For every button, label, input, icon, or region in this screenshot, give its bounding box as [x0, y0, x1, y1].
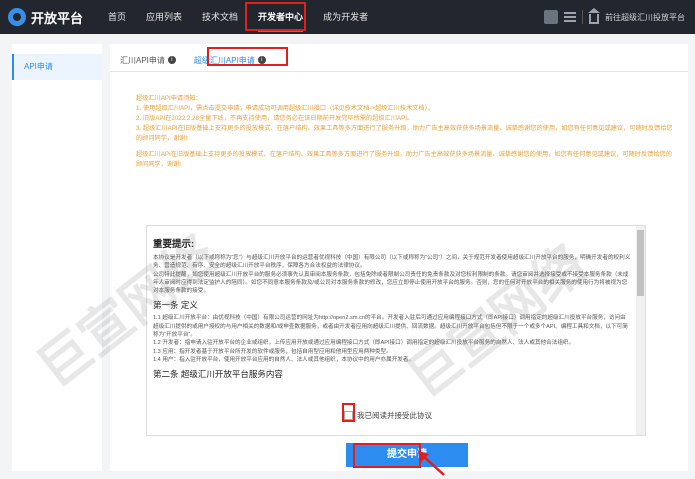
tab-divider	[110, 71, 688, 72]
back-to-platform-link[interactable]: 前往超级汇川投放平台	[605, 12, 685, 23]
agreement-section-1: 第一条 定义	[153, 300, 198, 311]
divider	[582, 10, 583, 24]
agreement-title: 重要提示:	[153, 239, 195, 250]
accept-label[interactable]: 我已阅读并接受此协议	[357, 410, 432, 421]
home-icon[interactable]	[588, 7, 600, 24]
nav-app-list[interactable]: 应用列表	[136, 0, 192, 34]
main-content: 汇川API申请 i 超级汇川API申请 i 超级汇川API申请须知： 1. 使用…	[110, 44, 688, 476]
highlight-box-nav	[245, 2, 306, 31]
tab-label: 汇川API申请	[120, 55, 165, 65]
agreement-section-2: 第二条 超级汇川开放平台服务内容	[153, 369, 283, 380]
tab-huichuan-api[interactable]: 汇川API申请 i	[120, 55, 176, 66]
agreement-box[interactable]: 重要提示: 本协议是开发者（以下或称称为“您”）与超级汇川开放平台的运营者优视科…	[146, 225, 646, 436]
highlight-box-checkbox	[342, 403, 355, 422]
sidebar-item-api-apply[interactable]: API申请	[12, 54, 102, 80]
highlight-box-submit	[353, 443, 421, 468]
logo[interactable]: 开放平台	[8, 8, 98, 27]
agreement-scrollbar[interactable]	[636, 226, 645, 435]
notice-heading: 超级汇川API申请须知：	[136, 95, 202, 102]
logo-text: 开放平台	[31, 10, 84, 26]
notice-extra: 超级汇川API在旧版基础上支持更多的投放模式、在落户结构、效果工具等多方面进行了…	[136, 151, 672, 168]
nav-home[interactable]: 首页	[98, 0, 136, 34]
nav-become-developer[interactable]: 成为开发者	[313, 0, 378, 34]
agreement-intro-2: 公司特此提醒，如您使用超级汇川开放平台的服务必须事先认真审阅本服务条款，包括免除…	[153, 271, 629, 295]
accept-agreement-row[interactable]: 我已阅读并接受此协议	[344, 410, 432, 421]
main-nav: 首页 应用列表 技术文档 开发者中心 成为开发者	[98, 0, 378, 34]
highlight-box-tab	[207, 47, 288, 66]
avatar-icon[interactable]	[544, 10, 558, 24]
notice-item: 3. 超级汇川API在旧版基础上支持更多的投放模式、在落户结构、效果工具等多方面…	[136, 125, 673, 142]
info-icon[interactable]: i	[167, 56, 176, 64]
notice-block: 超级汇川API申请须知： 1. 使用超级汇川API，需点击提交申请；申请成功可调…	[136, 94, 676, 170]
agreement-definition: 1.3 应用：指开发者基于开放平台所开发的软件或服务，包括自用型应用和他用型应用…	[153, 348, 392, 355]
arrow-pointer-icon	[418, 451, 445, 476]
agreement-intro: 本协议是开发者（以下或称称为“您”）与超级汇川开放平台的运营者优视科技（中国）有…	[153, 255, 631, 270]
menu-icon[interactable]	[564, 12, 576, 22]
notice-item: 2. 旧版API在2022.2.28全量下线，不再支持使用，请您务必在该日期前开…	[136, 115, 414, 122]
top-navigation-bar: 开放平台 首页 应用列表 技术文档 开发者中心 成为开发者 前往超级汇川投放平台	[0, 0, 695, 34]
notice-item: 1. 使用超级汇川API，需点击提交申请；申请成功可调用超级汇川接口（详见技术文…	[136, 105, 434, 112]
agreement-definition: 1.1 超级汇川开放平台：由优视科技（中国）有限公司运营的网址为http://o…	[153, 315, 628, 339]
sidebar: API申请	[12, 44, 102, 471]
agreement-definition: 1.4 用户：指入驻开放平台，使用开放平台应用的自然人、法人或其他组织，本协议中…	[153, 356, 415, 363]
nav-tech-docs[interactable]: 技术文档	[192, 0, 248, 34]
scrollbar-thumb[interactable]	[637, 230, 644, 296]
top-right-actions: 前往超级汇川投放平台	[544, 0, 685, 34]
agreement-definition: 1.2 开发者：指申请入驻开放平台的企业或组织，上传应用开放或通过应用编程接口方…	[153, 340, 575, 347]
logo-icon	[8, 8, 26, 26]
